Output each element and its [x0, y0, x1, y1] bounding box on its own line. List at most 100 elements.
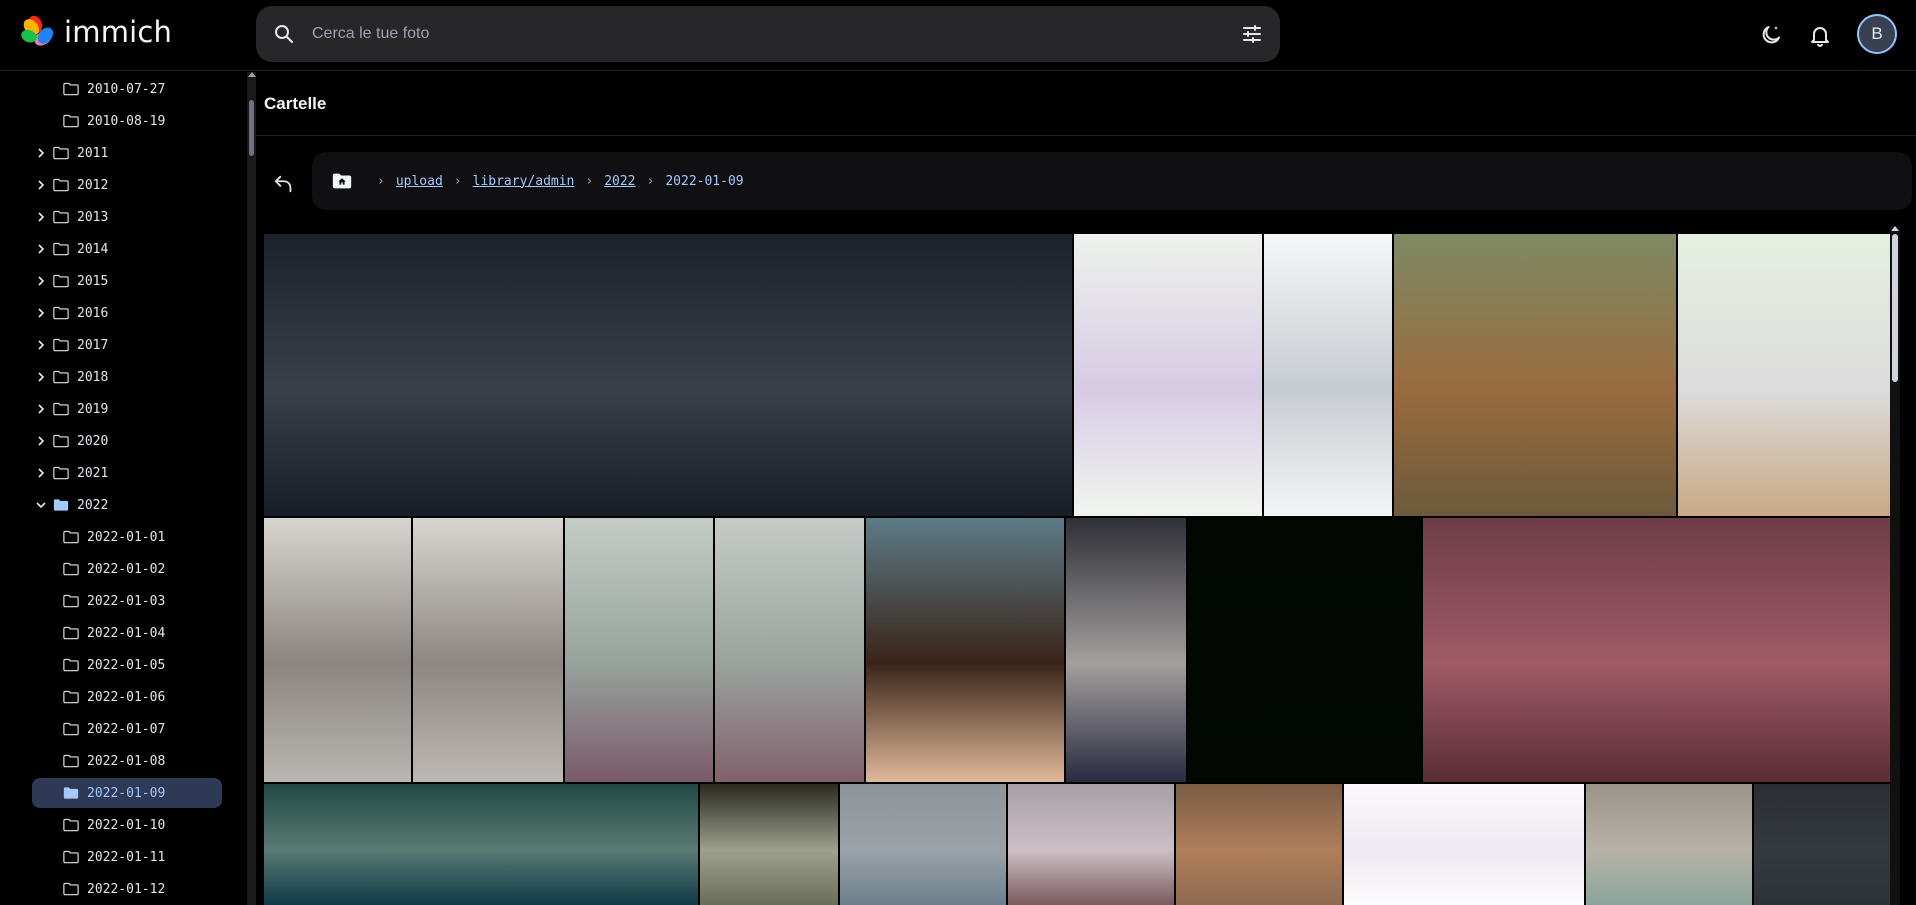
chevron-right-icon[interactable] — [34, 306, 48, 320]
sidebar-folder-2022-01-03[interactable]: 2022-01-03 — [62, 586, 232, 616]
sidebar-folder-2022-01-10[interactable]: 2022-01-10 — [62, 810, 232, 840]
sidebar-folder-2011[interactable]: 2011 — [34, 138, 224, 168]
photo-thumbnail[interactable] — [1344, 784, 1584, 905]
sidebar-folder-label: 2022-01-07 — [87, 721, 166, 737]
breadcrumb: › upload › library/admin › 2022 › 2022-01-09 — [312, 152, 1912, 210]
sidebar-folder-2022-01-04[interactable]: 2022-01-04 — [62, 618, 232, 648]
sidebar-folder-label: 2022-01-11 — [87, 849, 166, 865]
tune-icon[interactable] — [1240, 22, 1264, 46]
theme-toggle-button[interactable] — [1750, 14, 1792, 56]
folder-outline-icon — [53, 178, 69, 192]
photo-thumbnail[interactable] — [840, 784, 1006, 905]
main-content: Cartelle › upload › library/admin › 2022 › 2022… — [256, 72, 1916, 905]
sidebar-folder-2014[interactable]: 2014 — [34, 234, 224, 264]
scroll-up-arrow-icon[interactable] — [1891, 226, 1899, 231]
photo-thumbnail[interactable] — [700, 784, 838, 905]
sidebar-folder-label: 2022-01-04 — [87, 625, 166, 641]
sidebar-folder-2016[interactable]: 2016 — [34, 298, 224, 328]
photo-thumbnail[interactable] — [1678, 234, 1892, 516]
title-divider — [256, 135, 1916, 136]
sidebar-folder-2022-01-06[interactable]: 2022-01-06 — [62, 682, 232, 712]
photo-thumbnail[interactable] — [1074, 234, 1262, 516]
folder-tree-sidebar: 2010-07-27 2010-08-19 2011 2012 2013 2014 2015… — [0, 72, 246, 905]
photo-thumbnail[interactable] — [264, 234, 1072, 516]
sidebar-folder-2022-01-08[interactable]: 2022-01-08 — [62, 746, 232, 776]
chevron-right-icon[interactable] — [34, 210, 48, 224]
photo-thumbnail[interactable] — [565, 518, 713, 782]
photo-thumbnail[interactable] — [413, 518, 563, 782]
sidebar-folder-2022[interactable]: 2022 — [34, 490, 224, 520]
sidebar-folder-2013[interactable]: 2013 — [34, 202, 224, 232]
moon-icon — [1762, 26, 1780, 44]
breadcrumb-link-2022[interactable]: 2022 — [604, 174, 635, 189]
chevron-right-icon[interactable] — [34, 338, 48, 352]
parent-folder-button[interactable] — [268, 168, 300, 200]
main-scrollbar-thumb[interactable] — [1892, 234, 1898, 382]
chevron-right-icon[interactable] — [34, 242, 48, 256]
photo-thumbnail[interactable] — [264, 784, 698, 905]
photo-thumbnail[interactable] — [1423, 518, 1892, 782]
chevron-right-icon[interactable] — [34, 370, 48, 384]
sidebar-folder-label: 2013 — [77, 209, 109, 225]
page-title: Cartelle — [264, 94, 327, 113]
user-avatar-button[interactable]: B — [1857, 14, 1897, 54]
folder-outline-icon — [53, 402, 69, 416]
folder-outline-icon — [53, 146, 69, 160]
sidebar-folder-2010-08-19[interactable]: 2010-08-19 — [62, 106, 232, 136]
sidebar-folder-2022-01-12[interactable]: 2022-01-12 — [62, 874, 232, 904]
sidebar-folder-2022-01-07[interactable]: 2022-01-07 — [62, 714, 232, 744]
search-input[interactable] — [312, 6, 1212, 62]
sidebar-folder-label: 2017 — [77, 337, 109, 353]
sidebar-folder-2017[interactable]: 2017 — [34, 330, 224, 360]
photo-thumbnail[interactable] — [1264, 234, 1392, 516]
chevron-right-icon[interactable] — [34, 434, 48, 448]
photo-grid — [264, 234, 1892, 905]
sidebar-folder-2022-01-11[interactable]: 2022-01-11 — [62, 842, 232, 872]
sidebar-folder-label: 2022-01-09 — [87, 785, 166, 801]
sidebar-folder-2022-01-01[interactable]: 2022-01-01 — [62, 522, 232, 552]
chevron-down-icon[interactable] — [34, 498, 48, 512]
sidebar-folder-2020[interactable]: 2020 — [34, 426, 224, 456]
photo-thumbnail[interactable] — [264, 518, 411, 782]
sidebar-scrollbar-thumb[interactable] — [249, 100, 254, 156]
sidebar-folder-2015[interactable]: 2015 — [34, 266, 224, 296]
sidebar-folder-2022-01-02[interactable]: 2022-01-02 — [62, 554, 232, 584]
photo-thumbnail[interactable] — [1176, 784, 1342, 905]
photo-thumbnail[interactable] — [1188, 518, 1421, 782]
folder-outline-icon — [53, 242, 69, 256]
sidebar-folder-2019[interactable]: 2019 — [34, 394, 224, 424]
chevron-right-icon[interactable] — [34, 178, 48, 192]
photo-thumbnail[interactable] — [1394, 234, 1676, 516]
search-bar[interactable] — [256, 6, 1280, 62]
sidebar-folder-2012[interactable]: 2012 — [34, 170, 224, 200]
breadcrumb-link-upload[interactable]: upload — [396, 174, 443, 189]
sidebar-folder-2021[interactable]: 2021 — [34, 458, 224, 488]
sidebar-folder-label: 2010-07-27 — [87, 81, 166, 97]
sidebar-folder-label: 2022-01-08 — [87, 753, 166, 769]
photo-thumbnail[interactable] — [1008, 784, 1174, 905]
main-scrollbar[interactable] — [1890, 226, 1900, 905]
chevron-right-icon[interactable] — [34, 146, 48, 160]
photo-thumbnail[interactable] — [866, 518, 1064, 782]
sidebar-folder-label: 2022-01-05 — [87, 657, 166, 673]
photo-thumbnail[interactable] — [1754, 784, 1892, 905]
scroll-up-arrow-icon[interactable] — [248, 72, 256, 77]
sidebar-folder-2010-07-27[interactable]: 2010-07-27 — [62, 74, 232, 104]
photo-thumbnail[interactable] — [1066, 518, 1186, 782]
sidebar-scrollbar[interactable] — [247, 72, 256, 905]
chevron-right-icon[interactable] — [34, 466, 48, 480]
sidebar-folder-2022-01-09[interactable]: 2022-01-09 — [32, 778, 222, 808]
sidebar-folder-label: 2022-01-02 — [87, 561, 166, 577]
app-logo[interactable]: immich — [20, 14, 172, 50]
chevron-right-icon[interactable] — [34, 402, 48, 416]
breadcrumb-link-library-admin[interactable]: library/admin — [473, 174, 575, 189]
photo-thumbnail[interactable] — [1586, 784, 1752, 905]
sidebar-folder-2018[interactable]: 2018 — [34, 362, 224, 392]
folder-home-icon — [332, 173, 352, 189]
sidebar-folder-label: 2022-01-12 — [87, 881, 166, 897]
sidebar-folder-2022-01-05[interactable]: 2022-01-05 — [62, 650, 232, 680]
notifications-button[interactable] — [1799, 14, 1841, 56]
photo-thumbnail[interactable] — [715, 518, 864, 782]
breadcrumb-home-button[interactable] — [328, 167, 356, 195]
chevron-right-icon[interactable] — [34, 274, 48, 288]
